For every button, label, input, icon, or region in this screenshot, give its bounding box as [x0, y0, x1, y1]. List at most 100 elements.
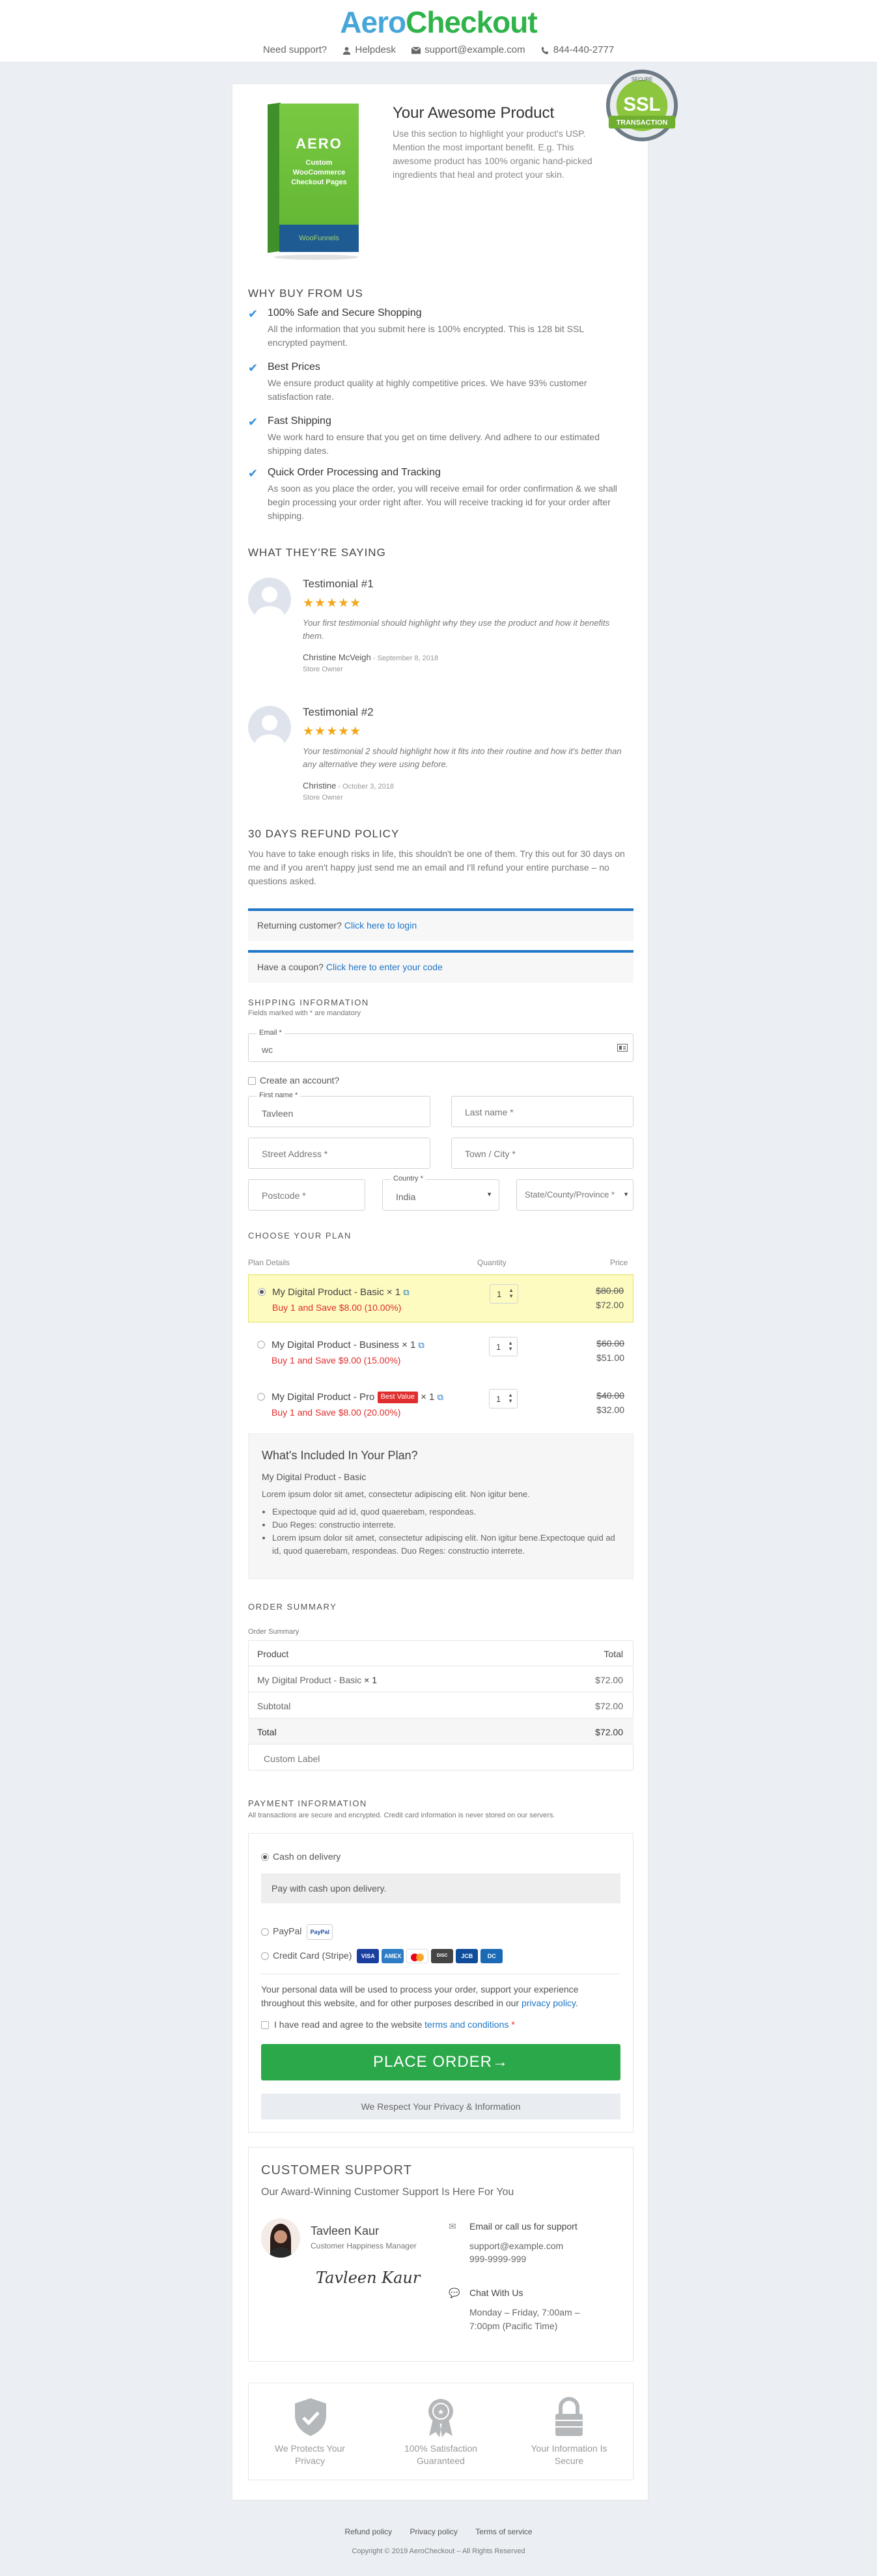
external-link-icon[interactable]: ⧉ [438, 1392, 443, 1402]
plan-includes-box: What's Included In Your Plan? My Digital… [248, 1433, 633, 1579]
plan-savings: Buy 1 and Save $9.00 (15.00%) [271, 1355, 401, 1365]
support-phone[interactable]: 999-9999-999 [469, 2252, 526, 2265]
payment-subtitle: All transactions are secure and encrypte… [248, 1812, 555, 1819]
testimonial-title: Testimonial #2 [303, 706, 374, 718]
create-account-row[interactable]: Create an account? [248, 1074, 339, 1087]
privacy-policy-link[interactable]: privacy policy [522, 1998, 576, 2008]
col-price: Price [610, 1258, 628, 1267]
helpdesk-link[interactable]: Helpdesk [342, 44, 396, 55]
first-name-field[interactable]: First name * Tavleen [248, 1091, 430, 1127]
product-title: Your Awesome Product [393, 104, 555, 122]
plan-radio[interactable] [257, 1341, 265, 1349]
support-email-link[interactable]: support@example.com [411, 44, 525, 55]
payment-cod-option[interactable]: Cash on delivery [261, 1850, 341, 1863]
terms-of-service-link[interactable]: Terms of service [475, 2527, 532, 2536]
support-bar: Need support? Helpdesk support@example.c… [0, 43, 877, 57]
town-city-field[interactable]: Town / City * [451, 1138, 633, 1169]
custom-label: Custom Label [264, 1754, 320, 1764]
chat-icon: 💬 [449, 2288, 460, 2298]
list-item: Expectoque quid ad id, quod quaerebam, r… [272, 1505, 624, 1519]
terms-row: I have read and agree to the website ter… [261, 2018, 515, 2031]
chat-title: Chat With Us [469, 2288, 523, 2298]
payment-radio[interactable] [261, 1853, 269, 1862]
why-buy-heading: WHY BUY FROM US [248, 287, 363, 300]
terms-checkbox[interactable] [261, 2021, 269, 2030]
paypal-logo-icon: PayPal [307, 1924, 333, 1940]
col-plan-details: Plan Details [248, 1258, 290, 1267]
check-icon: ✔ [248, 361, 258, 374]
diners-card-icon: DC [480, 1949, 503, 1964]
plan-radio[interactable] [258, 1288, 266, 1296]
new-price: $51.00 [596, 1352, 624, 1363]
list-item: Duo Reges: constructio interrete. [272, 1519, 624, 1532]
privacy-policy-link[interactable]: Privacy policy [410, 2527, 458, 2536]
svg-text:★: ★ [438, 2407, 445, 2416]
order-summary-heading: ORDER SUMMARY [248, 1602, 337, 1612]
trust-label: 100% Satisfaction Guaranteed [404, 2443, 478, 2466]
feature-title: Quick Order Processing and Tracking [268, 467, 441, 478]
old-price: $60.00 [596, 1338, 624, 1349]
mastercard-icon [406, 1949, 429, 1964]
email-field[interactable]: Email * wc [248, 1028, 633, 1062]
street-address-field[interactable]: Street Address * [248, 1138, 430, 1169]
country-select[interactable]: Country * India ▼ [382, 1174, 499, 1211]
cod-description: Pay with cash upon delivery. [261, 1873, 620, 1903]
page: AeroCheckout Need support? Helpdesk supp… [0, 0, 877, 2576]
best-value-badge: Best Value [377, 1392, 418, 1403]
list-item: Lorem ipsum dolor sit amet, consectetur … [272, 1532, 624, 1558]
user-icon [343, 46, 351, 55]
quantity-stepper[interactable]: 1 ▲ ▼ [490, 1284, 518, 1304]
testimonial-title: Testimonial #1 [303, 578, 374, 590]
terms-link[interactable]: terms and conditions [425, 2019, 508, 2030]
includes-subtitle: My Digital Product - Basic [262, 1472, 367, 1482]
payment-radio[interactable] [261, 1952, 269, 1961]
testimonial-text: Your testimonial 2 should highlight how … [303, 746, 622, 769]
plan-option-business[interactable]: My Digital Product - Business × 1 ⧉ Buy … [248, 1328, 633, 1376]
feature-desc: As soon as you place the order, you will… [268, 483, 617, 521]
payment-radio[interactable] [261, 1928, 269, 1936]
create-account-checkbox[interactable] [248, 1077, 256, 1085]
chevron-down-icon: ▼ [623, 1191, 629, 1197]
privacy-respect-banner: We Respect Your Privacy & Information [261, 2093, 620, 2120]
payment-paypal-option[interactable]: PayPal PayPal [261, 1924, 333, 1940]
feature-title: Fast Shipping [268, 415, 331, 427]
plan-savings: Buy 1 and Save $8.00 (20.00%) [271, 1407, 401, 1418]
place-order-button[interactable]: PLACE ORDER→ [261, 2044, 620, 2080]
plan-option-basic[interactable]: My Digital Product - Basic × 1 ⧉ Buy 1 a… [248, 1274, 633, 1323]
new-price: $72.00 [596, 1300, 624, 1310]
postcode-field[interactable]: Postcode * [248, 1179, 365, 1211]
support-heading: CUSTOMER SUPPORT [261, 2163, 412, 2177]
login-link[interactable]: Click here to login [344, 920, 417, 931]
discover-card-icon: DISC [431, 1949, 454, 1964]
external-link-icon[interactable]: ⧉ [419, 1340, 425, 1350]
feature-desc: We ensure product quality at highly comp… [268, 378, 587, 402]
last-name-field[interactable]: Last name * [451, 1096, 633, 1127]
coupon-link[interactable]: Click here to enter your code [326, 962, 443, 972]
envelope-icon: ✉ [449, 2221, 456, 2232]
phone-icon [541, 46, 549, 54]
plan-option-pro[interactable]: My Digital Product - Pro Best Value × 1 … [248, 1380, 633, 1428]
quantity-stepper[interactable]: 1 ▲ ▼ [489, 1389, 518, 1408]
new-price: $32.00 [596, 1405, 624, 1415]
check-icon: ✔ [248, 307, 258, 320]
support-phone-link[interactable]: 844-440-2777 [541, 44, 614, 55]
support-subheading: Our Award-Winning Customer Support Is He… [261, 2187, 514, 2198]
autofill-icon [617, 1044, 628, 1052]
mandatory-note: Fields marked with * are mandatory [248, 1009, 361, 1017]
order-summary-subtitle: Order Summary [248, 1628, 299, 1636]
payment-stripe-option[interactable]: Credit Card (Stripe) VISA AMEX DISC JCB DC [261, 1949, 503, 1964]
support-email[interactable]: support@example.com [469, 2239, 563, 2252]
external-link-icon[interactable]: ⧉ [403, 1287, 409, 1297]
check-icon: ✔ [248, 467, 258, 480]
testimonial-role: Store Owner [303, 665, 343, 673]
feature-title: Best Prices [268, 361, 320, 372]
state-select[interactable]: State/County/Province * ▼ [516, 1179, 633, 1211]
subtotal-row: Subtotal $72.00 [248, 1692, 633, 1718]
refund-policy-link[interactable]: Refund policy [344, 2527, 392, 2536]
shipping-heading: SHIPPING INFORMATION [248, 998, 369, 1007]
agent-role: Customer Happiness Manager [311, 2241, 417, 2250]
feature-title: 100% Safe and Secure Shopping [268, 307, 422, 318]
plan-radio[interactable] [257, 1393, 265, 1401]
logo[interactable]: AeroCheckout [0, 5, 877, 39]
quantity-stepper[interactable]: 1 ▲ ▼ [489, 1337, 518, 1356]
